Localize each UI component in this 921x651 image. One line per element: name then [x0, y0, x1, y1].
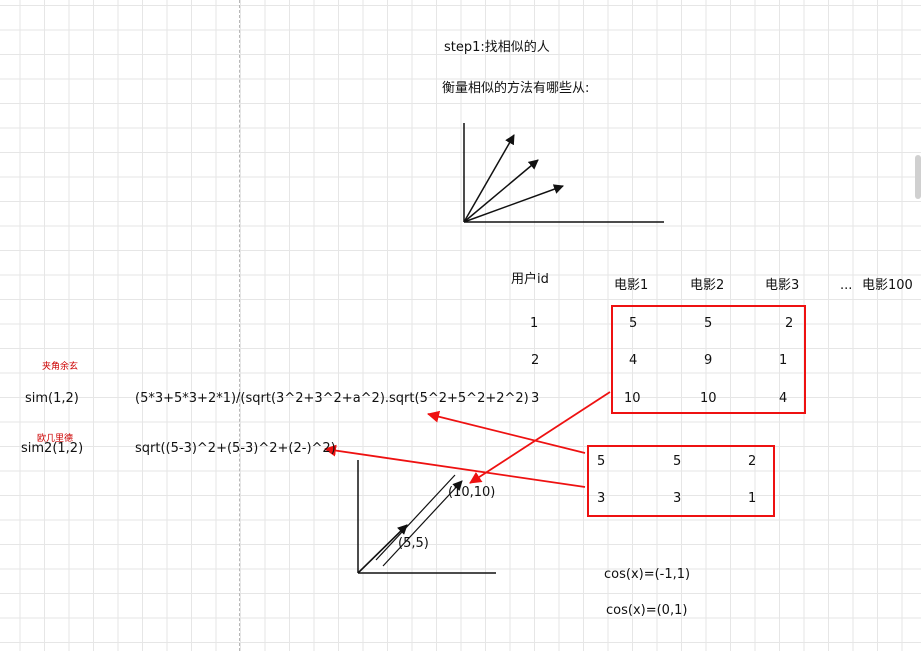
step-title: step1:找相似的人	[444, 40, 550, 55]
rating-cell: 10	[700, 391, 717, 406]
compare-cell: 3	[597, 491, 606, 506]
rating-cell: 5	[704, 316, 713, 331]
rating-cell: 4	[629, 353, 638, 368]
cos-line-1: cos(x)=(-1,1)	[604, 567, 691, 582]
top-vector-1	[463, 134, 515, 223]
rating-cell: 10	[624, 391, 641, 406]
top-vector-3	[463, 184, 564, 223]
user-id-1: 1	[530, 316, 539, 331]
cosine-tag: 夹角余玄	[42, 362, 79, 372]
cos-line-2: cos(x)=(0,1)	[606, 603, 688, 618]
rating-cell: 4	[779, 391, 788, 406]
sim2-label: sim2(1,2)	[21, 441, 84, 456]
ellipsis: ...	[840, 278, 853, 293]
user-id-3: 3	[531, 391, 540, 406]
diagram-canvas	[324, 123, 806, 574]
compare-cell: 3	[673, 491, 682, 506]
top-vector-diagram	[463, 123, 664, 223]
movie-header-1: 电影1	[614, 278, 649, 293]
top-vector-2	[463, 159, 539, 223]
compare-cell: 5	[597, 454, 606, 469]
rating-cell: 5	[629, 316, 638, 331]
red-arrow-to-cosine	[427, 410, 586, 454]
compare-cell: 2	[748, 454, 757, 469]
rating-cell: 2	[785, 316, 794, 331]
movie-header-100: 电影100	[862, 278, 913, 293]
bottom-vector-diagram	[357, 460, 496, 574]
movie-header-3: 电影3	[765, 278, 800, 293]
user-id-header: 用户id	[511, 272, 549, 287]
compare-cell: 5	[673, 454, 682, 469]
rating-cell: 9	[704, 353, 713, 368]
compare-cell: 1	[748, 491, 757, 506]
point-label-5-5: (5,5)	[398, 536, 429, 551]
user-id-2: 2	[531, 353, 540, 368]
point-label-10-10: (10,10)	[448, 485, 496, 500]
similarity-question: 衡量相似的方法有哪些从:	[442, 81, 590, 96]
cosine-formula: (5*3+5*3+2*1)/(sqrt(3^2+3^2+a^2).sqrt(5^…	[135, 391, 529, 406]
rating-cell: 1	[779, 353, 788, 368]
red-arrow-to-euclid	[324, 444, 586, 488]
euclid-formula: sqrt((5-3)^2+(5-3)^2+(2-)^2)	[135, 441, 336, 456]
sim-label: sim(1,2)	[25, 391, 79, 406]
movie-header-2: 电影2	[690, 278, 725, 293]
